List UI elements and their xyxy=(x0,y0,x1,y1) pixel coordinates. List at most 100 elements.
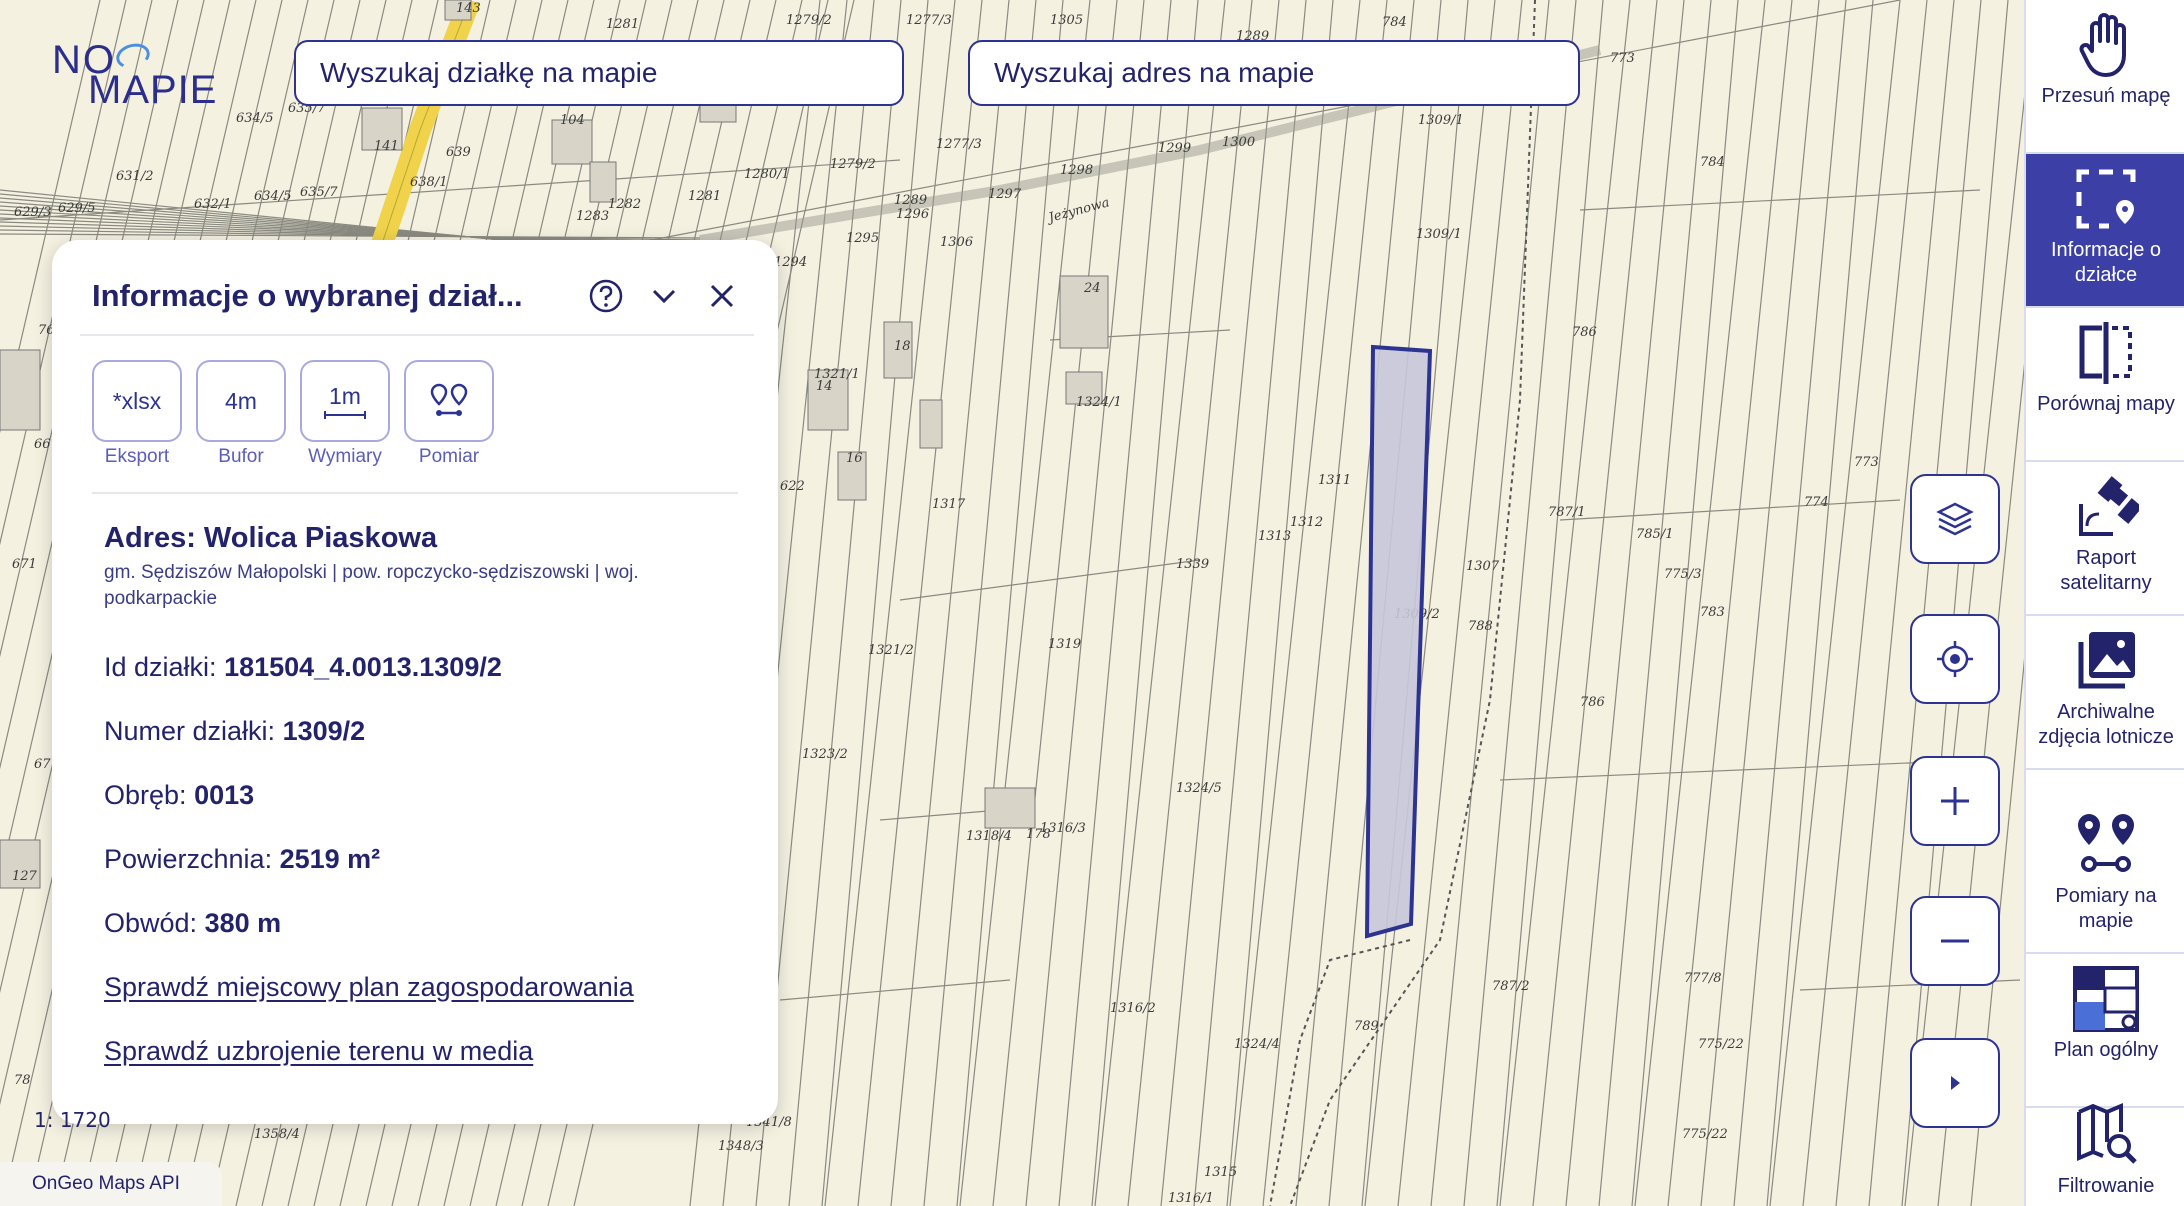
parcel-number-label: 1300 xyxy=(1222,135,1255,150)
parcel-number-label: 638/1 xyxy=(410,175,447,190)
parcel-number-label: 178 xyxy=(1026,827,1051,842)
parcel-number-label: 1311 xyxy=(1318,473,1351,488)
parcel-number-label: 774 xyxy=(1804,495,1829,510)
buffer-tool[interactable]: 4m Bufor xyxy=(196,360,286,468)
parcel-number-label: 775/22 xyxy=(1698,1037,1744,1052)
parcel-number-label: 787/2 xyxy=(1492,979,1529,994)
expand-toolbar-button[interactable] xyxy=(1910,1038,2000,1128)
parcel-number-label: 1280/1 xyxy=(744,167,790,182)
parcel-number-label: 784 xyxy=(1700,155,1725,170)
parcel-number-label: 1307 xyxy=(1466,559,1500,574)
parcel-number-label: 1324/5 xyxy=(1176,781,1222,796)
tool-parcel-info[interactable]: Informacje o działce xyxy=(2026,154,2184,308)
address-admin-units: gm. Sędziszów Małopolski | pow. ropczyck… xyxy=(104,562,639,609)
tool-label: Archiwalne zdjęcia lotnicze xyxy=(2038,701,2174,748)
parcel-number-label: 1277/3 xyxy=(936,137,982,152)
panel-tools: *xlsx Eksport 4m Bufor 1m Wymiary Pomiar xyxy=(92,360,494,468)
divider xyxy=(80,334,754,336)
tool-general-plan[interactable]: Plan ogólny xyxy=(2026,954,2184,1108)
parcel-number-label: 1319 xyxy=(1048,637,1081,652)
export-tool[interactable]: *xlsx Eksport xyxy=(92,360,182,468)
parcel-number-label: 127 xyxy=(12,869,38,884)
parcel-number-label: 18 xyxy=(894,339,911,354)
locate-icon xyxy=(1937,641,1973,677)
parcel-number-label: 1309/1 xyxy=(1416,227,1462,242)
parcel-number-label: 66 xyxy=(34,437,51,452)
utilities-link[interactable]: Sprawdź uzbrojenie terenu w media xyxy=(104,1036,533,1067)
parcel-number-label: 783 xyxy=(1700,605,1725,620)
buffer-button[interactable]: 4m xyxy=(196,360,286,442)
tool-label: Porównaj mapy xyxy=(2037,393,2175,415)
layers-button[interactable] xyxy=(1910,474,2000,564)
map-attribution[interactable]: OnGeo Maps API xyxy=(0,1162,222,1206)
plus-icon xyxy=(1941,787,1969,815)
dimensions-value: 1m xyxy=(329,382,361,409)
parcel-number-label: 1282 xyxy=(608,197,641,212)
parcel-number-label: 104 xyxy=(560,113,585,128)
parcel-number-label: 631/2 xyxy=(116,169,153,184)
app-logo[interactable]: NO MAPIE xyxy=(52,38,242,118)
parcel-number-label: 784 xyxy=(1382,15,1407,30)
tool-compare-maps[interactable]: Porównaj mapy xyxy=(2026,308,2184,462)
precinct-value: 0013 xyxy=(194,780,255,810)
perimeter-value: 380 m xyxy=(204,908,282,938)
export-button[interactable]: *xlsx xyxy=(92,360,182,442)
parcel-number-label: 14 xyxy=(816,379,833,394)
precinct-row: Obręb: 0013 xyxy=(104,780,254,811)
zoom-out-button[interactable] xyxy=(1910,896,2000,986)
parcel-number-label: 775/22 xyxy=(1682,1127,1728,1142)
dimensions-label: Wymiary xyxy=(308,446,382,467)
parcel-number-label: 1315 xyxy=(1204,1165,1237,1180)
area-label: Powierzchnia: xyxy=(104,844,273,874)
tool-measurements[interactable]: Pomiary na mapie xyxy=(2026,800,2184,954)
parcel-number-label: 1348/3 xyxy=(718,1139,764,1154)
parcel-number-label: 777/8 xyxy=(1684,971,1721,986)
parcel-number-label: 143 xyxy=(456,1,481,16)
zoning-plan-link[interactable]: Sprawdź miejscowy plan zagospodarowania xyxy=(104,972,634,1003)
hand-icon xyxy=(2071,10,2141,80)
measure-pins-icon xyxy=(430,383,468,416)
address-search-input[interactable]: Wyszukaj adres na mapie xyxy=(968,40,1580,106)
parcel-number-label: 671 xyxy=(12,557,37,572)
zoom-in-button[interactable] xyxy=(1910,756,2000,846)
measure-button[interactable] xyxy=(404,360,494,442)
help-button[interactable] xyxy=(580,270,632,322)
parcel-number-label: 1317 xyxy=(932,497,966,512)
parcel-number-label: 1299 xyxy=(1158,141,1191,156)
parcel-number-label: 632/1 xyxy=(194,197,231,212)
parcel-number-label: 1277/3 xyxy=(906,13,952,28)
parcel-id-value: 181504_4.0013.1309/2 xyxy=(224,652,502,682)
collapse-button[interactable] xyxy=(638,270,690,322)
parcel-number-label: 785/1 xyxy=(1636,527,1673,542)
parcel-number-label: 141 xyxy=(374,139,399,154)
parcel-number-label: 1283 xyxy=(576,209,609,224)
parcel-number-label: 1306 xyxy=(940,235,973,250)
tool-filtering[interactable]: Filtrowanie xyxy=(2026,1090,2184,1206)
tool-satellite-report[interactable]: Raport satelitarny xyxy=(2026,462,2184,616)
locate-button[interactable] xyxy=(1910,614,2000,704)
minus-icon xyxy=(1941,939,1969,943)
parcel-search-input[interactable]: Wyszukaj działkę na mapie xyxy=(294,40,904,106)
parcel-number-label: 1309/1 xyxy=(1418,113,1464,128)
dimensions-tool[interactable]: 1m Wymiary xyxy=(300,360,390,468)
parcel-number-label: 1281 xyxy=(606,17,639,32)
close-button[interactable] xyxy=(696,270,748,322)
parcel-number-label: 1297 xyxy=(988,187,1022,202)
perimeter-row: Obwód: 380 m xyxy=(104,908,281,939)
parcel-number-label: 1316/1 xyxy=(1168,1191,1214,1206)
parcel-number-label: 1321/2 xyxy=(868,643,914,658)
tool-label: Filtrowanie xyxy=(2057,1175,2155,1197)
measure-tool[interactable]: Pomiar xyxy=(404,360,494,468)
parcel-number-label: 629/3 xyxy=(14,205,51,220)
dimensions-button[interactable]: 1m xyxy=(300,360,390,442)
tool-pan-map[interactable]: Przesuń mapę xyxy=(2026,0,2184,154)
parcel-number-label: 786 xyxy=(1572,325,1597,340)
parcel-number-label: 622 xyxy=(780,479,805,494)
area-value: 2519 m² xyxy=(279,844,381,874)
parcel-number-label: 1295 xyxy=(846,231,879,246)
parcel-number-label: 1296 xyxy=(896,207,929,222)
right-toolbar: Przesuń mapę Informacje o działce Porówn… xyxy=(2024,0,2184,1206)
precinct-label: Obręb: xyxy=(104,780,187,810)
parcel-number-label: 1294 xyxy=(774,255,807,270)
tool-aerial-photos[interactable]: Archiwalne zdjęcia lotnicze xyxy=(2026,616,2184,770)
